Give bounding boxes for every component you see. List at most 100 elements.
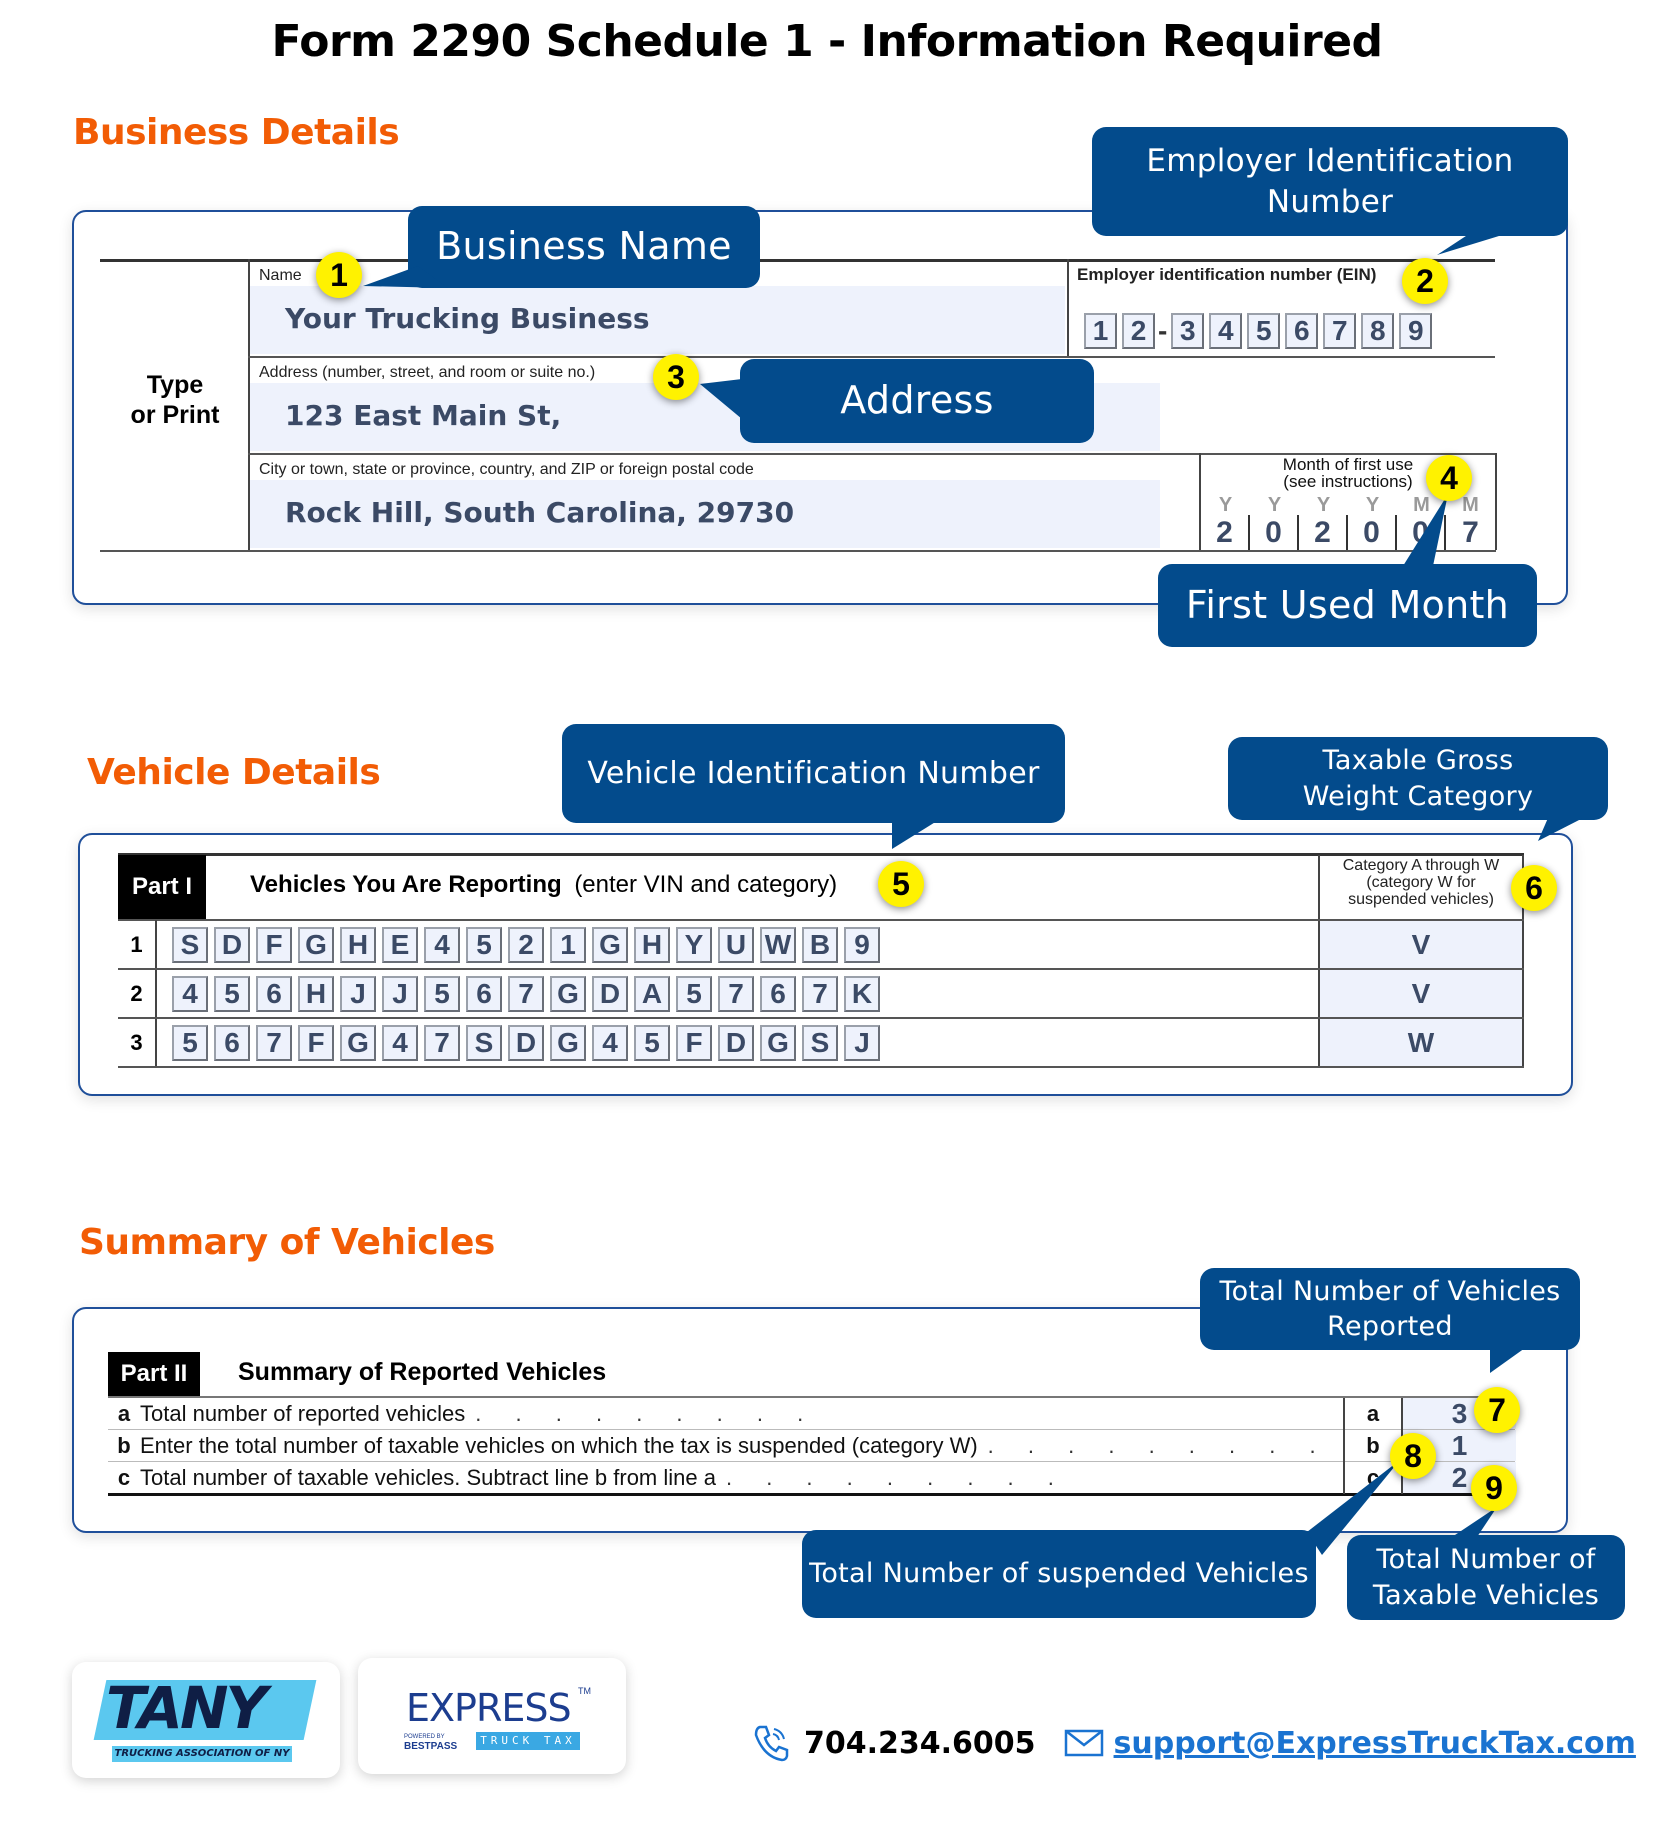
vin-char: J <box>340 975 376 1012</box>
form-top-rule <box>100 259 1495 262</box>
vin-char: 4 <box>592 1024 628 1061</box>
vin-char: J <box>844 1024 880 1061</box>
summary-row: b Enter the total number of taxable vehic… <box>108 1430 1516 1462</box>
vin-char: S <box>466 1024 502 1061</box>
express-logo[interactable]: EXPRESS TM POWERED BY BESTPASS TRUCK TAX <box>358 1658 626 1774</box>
express-logo-powered: POWERED BY <box>404 1734 445 1740</box>
vehicle-category[interactable]: V <box>1320 970 1522 1017</box>
vin-char: B <box>802 926 838 963</box>
summary-row-text: Total number of taxable vehicles. Subtra… <box>140 1465 716 1490</box>
part-i-heading-note: (enter VIN and category) <box>574 871 838 898</box>
callout-text: Weight Category <box>1302 780 1534 812</box>
vehicle-category[interactable]: W <box>1320 1019 1522 1066</box>
vin-char: H <box>634 926 670 963</box>
vehicle-row: 1SDFGHE4521GHYUWB9 V <box>118 921 1524 970</box>
callout-text: Address <box>840 378 994 423</box>
phone-icon <box>754 1725 789 1762</box>
vin-char: D <box>718 1024 754 1061</box>
vin-char: G <box>340 1024 376 1061</box>
badge-3: 3 <box>653 354 699 400</box>
callout-text: Business Name <box>436 224 732 269</box>
summary-table: a Total number of reported vehicles . . .… <box>108 1398 1516 1494</box>
vin-char: K <box>844 975 880 1012</box>
city-field[interactable]: Rock Hill, South Carolina, 29730 <box>250 480 1160 548</box>
part-ii-heading: Summary of Reported Vehicles <box>238 1358 607 1386</box>
summary-row-text: Enter the total number of taxable vehicl… <box>140 1432 978 1458</box>
city-label: City or town, state or province, country… <box>259 461 754 478</box>
vin-char: H <box>298 975 334 1012</box>
vin-char: G <box>550 975 586 1012</box>
part-i-label: Part I <box>118 855 206 919</box>
badge-9: 9 <box>1471 1465 1517 1511</box>
section-heading-vehicle: Vehicle Details <box>87 752 381 793</box>
month-header-letter: Y <box>1316 494 1331 516</box>
summary-row: a Total number of reported vehicles . . .… <box>108 1398 1516 1430</box>
part-ii-label: Part II <box>108 1352 200 1396</box>
vin-char: D <box>592 975 628 1012</box>
vin-char: G <box>592 926 628 963</box>
page-title: Form 2290 Schedule 1 - Information Requi… <box>271 16 1383 67</box>
tany-logo-sub: TRUCKING ASSOCIATION OF NY <box>112 1746 292 1762</box>
callout-pointer <box>1307 1460 1400 1555</box>
vin-input[interactable]: 456HJJ567GDA5767K <box>172 975 886 1012</box>
badge-4: 4 <box>1426 455 1472 501</box>
vin-char: W <box>760 926 796 963</box>
leader-dots: . . . . . . . . . <box>475 1400 818 1426</box>
ein-digit: 9 <box>1399 313 1433 349</box>
badge-1: 1 <box>316 252 362 298</box>
vin-char: 9 <box>844 926 880 963</box>
phone-number[interactable]: 704.234.6005 <box>804 1726 1036 1761</box>
vin-char: 6 <box>760 975 796 1012</box>
tany-logo-text: TANY <box>106 1674 267 1742</box>
summary-row: c Total number of taxable vehicles. Subtr… <box>108 1462 1516 1494</box>
badge-6: 6 <box>1511 865 1557 911</box>
vin-char: 6 <box>466 975 502 1012</box>
month-header-letter: Y <box>1365 494 1380 516</box>
vin-input[interactable]: SDFGHE4521GHYUWB9 <box>172 926 886 963</box>
tany-logo[interactable]: TANY TRUCKING ASSOCIATION OF NY <box>72 1662 340 1778</box>
month-input[interactable]: 202007 <box>1201 515 1495 550</box>
callout-pointer <box>363 266 448 288</box>
callout-total-reported: Total Number of Vehicles Reported <box>1200 1268 1580 1373</box>
category-header-line: (category W for <box>1366 873 1476 891</box>
vin-char: 4 <box>424 926 460 963</box>
vin-char: S <box>802 1024 838 1061</box>
vin-char: G <box>298 926 334 963</box>
summary-row-letter: a <box>117 1400 131 1426</box>
vin-char: 6 <box>256 975 292 1012</box>
vin-char: G <box>760 1024 796 1061</box>
vehicle-row: 3567FG47SDG45FDGSJW <box>118 1019 1524 1068</box>
callout-vin: Vehicle Identification Number <box>562 724 1065 849</box>
ein-digit: 4 <box>1209 313 1243 349</box>
email-link[interactable]: support@ExpressTruckTax.com <box>1114 1726 1636 1761</box>
express-logo-tm: TM <box>578 1686 591 1696</box>
callout-address: Address <box>700 359 1094 443</box>
vin-char: 7 <box>424 1024 460 1061</box>
ein-digit: 5 <box>1247 313 1281 349</box>
vin-char: D <box>508 1024 544 1061</box>
ein-label: Employer identification number (EIN) <box>1077 265 1377 284</box>
ein-input[interactable]: 12-3456789 <box>1084 313 1437 349</box>
callout-text: Employer Identification <box>1146 143 1514 180</box>
summary-line-letter: a <box>1366 1400 1380 1426</box>
callout-text: Number <box>1266 183 1394 220</box>
part-i-heading: Vehicles You Are Reporting (enter VIN an… <box>250 871 837 899</box>
vin-table: 1SDFGHE4521GHYUWB9V2456HJJ567GDA5767KV35… <box>118 921 1524 1068</box>
vehicle-category[interactable]: V <box>1320 921 1522 968</box>
month-digit: 0 <box>1250 515 1299 550</box>
month-digit: 2 <box>1201 515 1250 550</box>
callout-text: Total Number of <box>1376 1544 1596 1576</box>
or-print-label: or Print <box>130 401 220 429</box>
vin-char: 7 <box>256 1024 292 1061</box>
category-header-line: suspended vehicles) <box>1348 890 1494 908</box>
ein-digit: 1 <box>1084 313 1117 349</box>
vin-char: 5 <box>424 975 460 1012</box>
name-field[interactable]: Your Trucking Business <box>250 286 1065 354</box>
vin-char: 1 <box>550 926 586 963</box>
vin-input[interactable]: 567FG47SDG45FDGSJ <box>172 1024 886 1061</box>
callout-text: Reported <box>1327 1311 1453 1342</box>
callout-pointer <box>1452 1507 1497 1537</box>
vin-char: 4 <box>172 975 208 1012</box>
vin-char: 4 <box>382 1024 418 1061</box>
category-header: Category A through W (category W for sus… <box>1320 857 1522 908</box>
